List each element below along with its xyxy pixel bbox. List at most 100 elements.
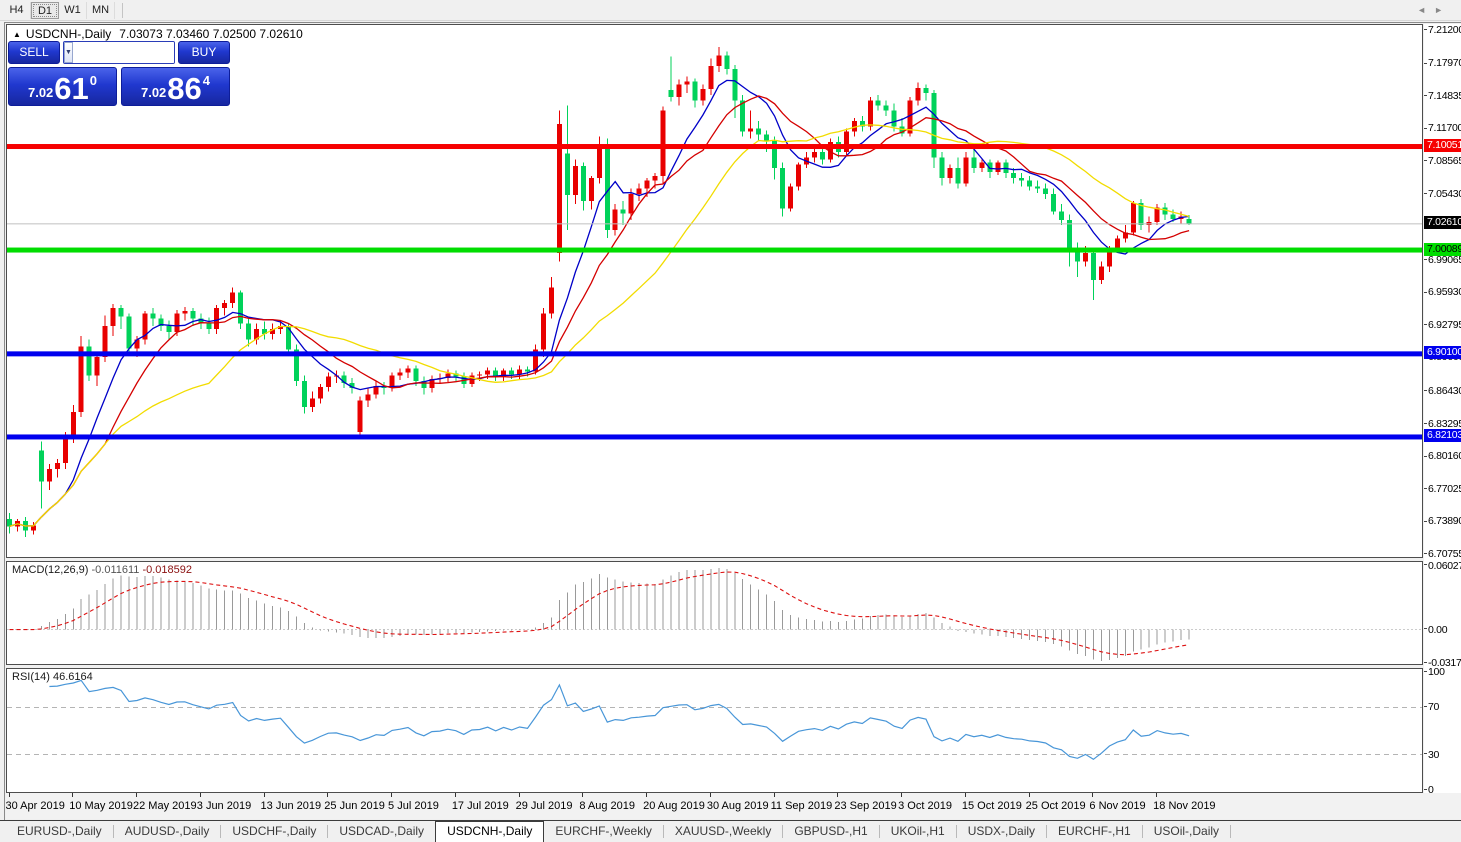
rsi-value: 46.6164 — [52, 671, 93, 683]
chart-tab-usdx-daily[interactable]: USDX-,Daily — [957, 822, 1046, 842]
time-axis-tickmark — [1028, 793, 1030, 797]
horizontal-level-line-7.00089[interactable] — [7, 247, 1422, 253]
price-axis-tick-label: 6.77025 — [1428, 482, 1461, 495]
tab-scroll-arrows: ◄► — [1417, 5, 1451, 15]
chart-tab-eurusd-daily[interactable]: EURUSD-,Daily — [6, 822, 113, 842]
sell-price-prefix: 7.02 — [27, 85, 54, 100]
time-axis-tickmark — [582, 793, 584, 797]
chart-tab-gbpusd-h1[interactable]: GBPUSD-,H1 — [783, 822, 878, 842]
time-axis-tickmark — [1092, 793, 1094, 797]
one-click-trading-panel: SELL ▼ ▲ BUY 7.02 61 0 7.02 86 4 — [8, 41, 230, 106]
tab-scroll-left-icon[interactable]: ◄ — [1417, 5, 1434, 15]
time-axis-label: 3 Jun 2019 — [196, 800, 252, 812]
price-axis-tick-label: 7.17970 — [1428, 57, 1461, 70]
time-axis-tickmark — [837, 793, 839, 797]
macd-axis-tickmark — [1424, 564, 1427, 566]
price-axis-tickmark — [1424, 95, 1427, 97]
chart-tab-xauusd-weekly[interactable]: XAUUSD-,Weekly — [664, 822, 782, 842]
rsi-axis-tickmark — [1424, 670, 1427, 672]
time-axis-label: 23 Sep 2019 — [834, 800, 897, 812]
price-axis-tickmark — [1424, 488, 1427, 490]
time-axis-label: 20 Aug 2019 — [643, 800, 705, 812]
chart-tab-audusd-daily[interactable]: AUDUSD-,Daily — [114, 822, 221, 842]
time-axis-label: 11 Sep 2019 — [770, 800, 833, 812]
horizontal-level-line-6.82103[interactable] — [7, 434, 1422, 440]
macd-axis-tickmark — [1424, 628, 1427, 630]
time-axis-tickmark — [773, 793, 775, 797]
rsi-indicator-pane[interactable] — [6, 668, 1423, 793]
timeframe-button-h4[interactable]: H4 — [3, 1, 31, 19]
time-axis-tickmark — [263, 793, 265, 797]
volume-input[interactable] — [72, 42, 174, 63]
time-axis-label: 6 Nov 2019 — [1089, 800, 1146, 812]
macd-label: MACD(12,26,9) -0.011611 -0.018592 — [12, 564, 193, 576]
toolbar-separator — [122, 2, 123, 18]
price-axis-tickmark — [1424, 553, 1427, 555]
price-axis-tick-label: 7.05430 — [1428, 187, 1461, 200]
macd-canvas[interactable] — [7, 562, 1422, 664]
rsi-label: RSI(14) 46.6164 — [12, 671, 93, 683]
chart-tab-usdcnh-daily[interactable]: USDCNH-,Daily — [435, 821, 545, 842]
chart-tab-usoil-daily[interactable]: USOil-,Daily — [1143, 822, 1230, 842]
time-axis-tickmark — [72, 793, 74, 797]
price-axis-tickmark — [1424, 62, 1427, 64]
macd-axis-tick-label: 0.060273 — [1428, 559, 1461, 572]
chart-tab-eurchf-h1[interactable]: EURCHF-,H1 — [1047, 822, 1142, 842]
sell-button[interactable]: SELL — [8, 41, 60, 64]
price-tag-current: 7.02610 — [1424, 216, 1461, 230]
tab-scroll-right-icon[interactable]: ► — [1434, 5, 1451, 15]
timeframe-toolbar: H4 D1 W1 MN — [0, 0, 1461, 21]
sell-price-pip-digit: 0 — [89, 73, 98, 88]
chart-tab-usdcad-daily[interactable]: USDCAD-,Daily — [328, 822, 435, 842]
window-border-top — [4, 22, 1461, 23]
buy-price-prefix: 7.02 — [140, 85, 167, 100]
price-axis-tickmark — [1424, 520, 1427, 522]
price-axis-tick-label: 6.73890 — [1428, 515, 1461, 528]
chart-tab-eurchf-weekly[interactable]: EURCHF-,Weekly — [544, 822, 662, 842]
price-axis-tick-label: 7.08565 — [1428, 154, 1461, 167]
timeframe-button-d1[interactable]: D1 — [31, 1, 59, 19]
rsi-axis-tick-label: 30 — [1428, 748, 1440, 761]
macd-main-value: -0.011611 — [91, 564, 140, 576]
time-axis-tickmark — [1156, 793, 1158, 797]
timeframe-button-w1[interactable]: W1 — [59, 1, 87, 19]
collapse-arrow-icon[interactable]: ▲ — [13, 30, 21, 39]
price-axis-tickmark — [1424, 455, 1427, 457]
rsi-axis-tickmark — [1424, 705, 1427, 707]
time-axis-label: 22 May 2019 — [133, 800, 197, 812]
time-axis-label: 30 Aug 2019 — [706, 800, 769, 812]
rsi-canvas[interactable] — [7, 669, 1422, 792]
sell-price-button[interactable]: 7.02 61 0 — [8, 67, 117, 106]
macd-axis-tick-label: 0.00 — [1428, 623, 1448, 636]
time-axis-label: 17 Jul 2019 — [451, 800, 509, 812]
tab-separator — [1230, 825, 1232, 838]
macd-indicator-pane[interactable] — [6, 561, 1423, 665]
macd-axis-tickmark — [1424, 661, 1427, 663]
time-axis-label: 10 May 2019 — [69, 800, 133, 812]
time-axis[interactable]: 30 Apr 2019 10 May 2019 22 May 2019 3 Jun 2… — [6, 793, 1461, 819]
price-tag-level: 6.90100 — [1424, 346, 1461, 360]
price-axis-tick-label: 6.70755 — [1428, 547, 1461, 560]
price-axis-tickmark — [1424, 291, 1427, 293]
horizontal-level-line-7.10051[interactable] — [7, 144, 1422, 150]
time-axis-tickmark — [8, 793, 10, 797]
horizontal-level-line-6.90100[interactable] — [7, 351, 1422, 357]
price-axis-tickmark — [1424, 423, 1427, 425]
volume-decrease-button[interactable]: ▼ — [64, 42, 73, 63]
time-axis-label: 30 Apr 2019 — [5, 800, 65, 812]
timeframe-button-mn[interactable]: MN — [87, 1, 115, 19]
time-axis-tickmark — [709, 793, 711, 797]
chart-tab-ukoil-h1[interactable]: UKOil-,H1 — [880, 822, 956, 842]
price-axis-tick-label: 6.80160 — [1428, 450, 1461, 463]
time-axis-tickmark — [646, 793, 648, 797]
price-axis-tick-label: 6.92795 — [1428, 318, 1461, 331]
buy-button[interactable]: BUY — [178, 41, 230, 64]
time-axis-label: 25 Oct 2019 — [1025, 800, 1086, 812]
price-tag-level: 6.82103 — [1424, 429, 1461, 443]
buy-price-pip-digit: 4 — [202, 73, 211, 88]
time-axis-tickmark — [454, 793, 456, 797]
buy-price-button[interactable]: 7.02 86 4 — [121, 67, 230, 106]
chart-tab-usdchf-daily[interactable]: USDCHF-,Daily — [221, 822, 327, 842]
chart-title: ▲ USDCNH-,Daily 7.03073 7.03460 7.02500 7.… — [13, 27, 303, 41]
price-axis-tick-label: 7.11700 — [1428, 122, 1461, 135]
